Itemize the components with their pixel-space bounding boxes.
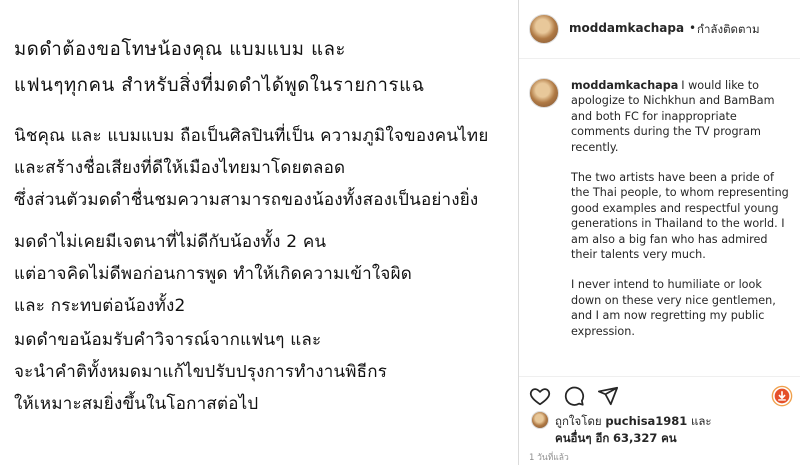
post-line: ซึ่งส่วนตัวมดดำชื่นชมความสามารถของน้องทั… [14,190,479,210]
liked-by-username[interactable]: puchisa1981 [605,414,687,428]
action-bar [519,376,800,413]
header-separator: • [689,21,697,35]
heart-icon[interactable] [529,385,551,407]
avatar[interactable] [529,78,559,108]
caption: moddamkachapa I would like to apologize t… [519,70,800,370]
caption-paragraph: The two artists have been a pride of the… [571,171,789,262]
post-timestamp[interactable]: 1 วันที่แล้ว [529,450,569,464]
post-heading: มดดำต้องขอโทษน้องคุณ แบมแบม และ แฟนๆทุกค… [14,32,425,104]
liked-by-prefix: ถูกใจโดย [555,414,602,428]
share-icon[interactable] [597,385,619,407]
post-header: moddamkachapa • กำลังติดตาม [519,0,800,59]
likes-count-line[interactable]: คนอื่นๆ อีก 63,327 คน [555,430,677,448]
likes-others-suffix[interactable]: คน [661,431,677,445]
post-line: ให้เหมาะสมยิ่งขึ้นในโอกาสต่อไป [14,394,259,414]
post-line: มดดำไม่เคยมีเจตนาที่ไม่ดีกับน้องทั้ง 2 ค… [14,232,327,252]
post-line: จะนำคำติทั้งหมดมาแก้ไขปรับปรุงการทำงานพิ… [14,362,388,382]
post-image[interactable]: มดดำต้องขอโทษน้องคุณ แบมแบม และ แฟนๆทุกค… [0,0,517,465]
caption-username[interactable]: moddamkachapa [571,79,678,92]
post-line: แฟนๆทุกคน สำหรับสิ่งที่มดดำได้พูดในรายกา… [14,75,425,96]
post-line: และสร้างชื่อเสียงที่ดีให้เมืองไทยมาโดยตล… [14,158,346,178]
likes-count[interactable]: 63,327 [613,431,657,445]
liked-by-and: และ [690,414,712,428]
avatar[interactable] [529,14,559,44]
bookmark-icon[interactable] [771,385,793,407]
post-line: นิชคุณ และ แบมแบม ถือเป็นศิลปินที่เป็น ค… [14,126,489,146]
post-paragraph-3: มดดำขอน้อมรับคำวิจารณ์จากแฟนๆ และ จะนำคำ… [14,324,387,420]
follow-status-button[interactable]: กำลังติดตาม [697,21,760,39]
comment-icon[interactable] [563,385,585,407]
header-username[interactable]: moddamkachapa [569,21,684,35]
likes-others-prefix[interactable]: คนอื่นๆ อีก [555,431,609,445]
avatar[interactable] [531,411,549,429]
post-sidebar: moddamkachapa • กำลังติดตาม moddamkachap… [518,0,800,465]
post-line: แต่อาจคิดไม่ดีพอก่อนการพูด ทำให้เกิดความ… [14,264,412,284]
post-line: มดดำขอน้อมรับคำวิจารณ์จากแฟนๆ และ [14,330,322,350]
caption-paragraph: I never intend to humiliate or look down… [571,278,776,338]
post-line: มดดำต้องขอโทษน้องคุณ แบมแบม และ [14,39,347,60]
post-line: และ กระทบต่อน้องทั้ง2 [14,296,186,316]
liked-by-line: ถูกใจโดย puchisa1981 และ [555,413,712,431]
post-paragraph-1: นิชคุณ และ แบมแบม ถือเป็นศิลปินที่เป็น ค… [14,120,489,216]
post-paragraph-2: มดดำไม่เคยมีเจตนาที่ไม่ดีกับน้องทั้ง 2 ค… [14,226,412,322]
caption-paragraph: moddamkachapa I would like to apologize t… [571,78,793,155]
caption-body: moddamkachapa I would like to apologize t… [571,78,793,354]
